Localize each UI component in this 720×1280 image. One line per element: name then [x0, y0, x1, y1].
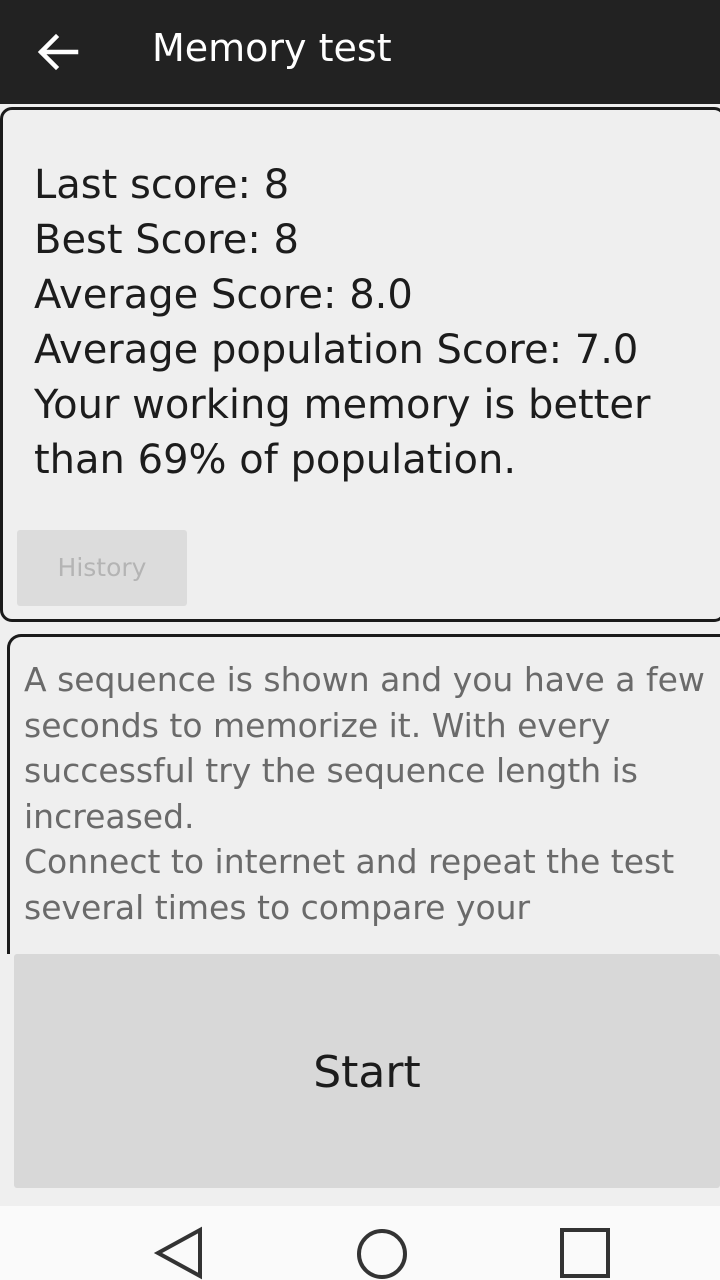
- description-line: several times to compare your: [24, 887, 531, 927]
- circle-home-icon: [357, 1229, 407, 1279]
- score-summary: Last score: 8 Best Score: 8 Average Scor…: [34, 158, 694, 488]
- system-nav-bar: [0, 1206, 720, 1280]
- history-button[interactable]: History: [17, 530, 187, 606]
- description-panel[interactable]: A sequence is shown and you have a few s…: [7, 634, 720, 954]
- page-title: Memory test: [152, 26, 392, 70]
- description-text: A sequence is shown and you have a few s…: [24, 657, 720, 930]
- triangle-back-icon: [153, 1226, 202, 1280]
- score-card: Last score: 8 Best Score: 8 Average Scor…: [0, 107, 720, 622]
- nav-back-button[interactable]: [140, 1216, 220, 1280]
- last-score-text: Last score: 8: [34, 162, 290, 208]
- nav-recents-button[interactable]: [545, 1216, 625, 1280]
- percentile-text-line-2: than 69% of population.: [34, 437, 517, 483]
- best-score-text: Best Score: 8: [34, 217, 299, 263]
- arrow-left-icon: [37, 33, 79, 71]
- screen: Memory test Last score: 8 Best Score: 8 …: [0, 0, 720, 1280]
- description-line: increased.: [24, 796, 195, 836]
- nav-home-button[interactable]: [342, 1216, 422, 1280]
- start-button-label: Start: [313, 1047, 421, 1098]
- square-recents-icon: [560, 1228, 610, 1278]
- app-bar: Memory test: [0, 0, 720, 104]
- average-score-text: Average Score: 8.0: [34, 272, 413, 318]
- description-line: A sequence is shown and you have a few: [24, 660, 705, 699]
- population-score-text: Average population Score: 7.0: [34, 327, 639, 373]
- description-line: seconds to memorize it. With every: [24, 705, 611, 745]
- percentile-text-line-1: Your working memory is better: [34, 382, 651, 428]
- back-button[interactable]: [24, 18, 92, 86]
- description-line: successful try the sequence length is: [24, 751, 638, 790]
- scroll-clip: [10, 933, 720, 954]
- description-line: Connect to internet and repeat the test: [24, 842, 675, 881]
- start-button[interactable]: Start: [14, 954, 720, 1188]
